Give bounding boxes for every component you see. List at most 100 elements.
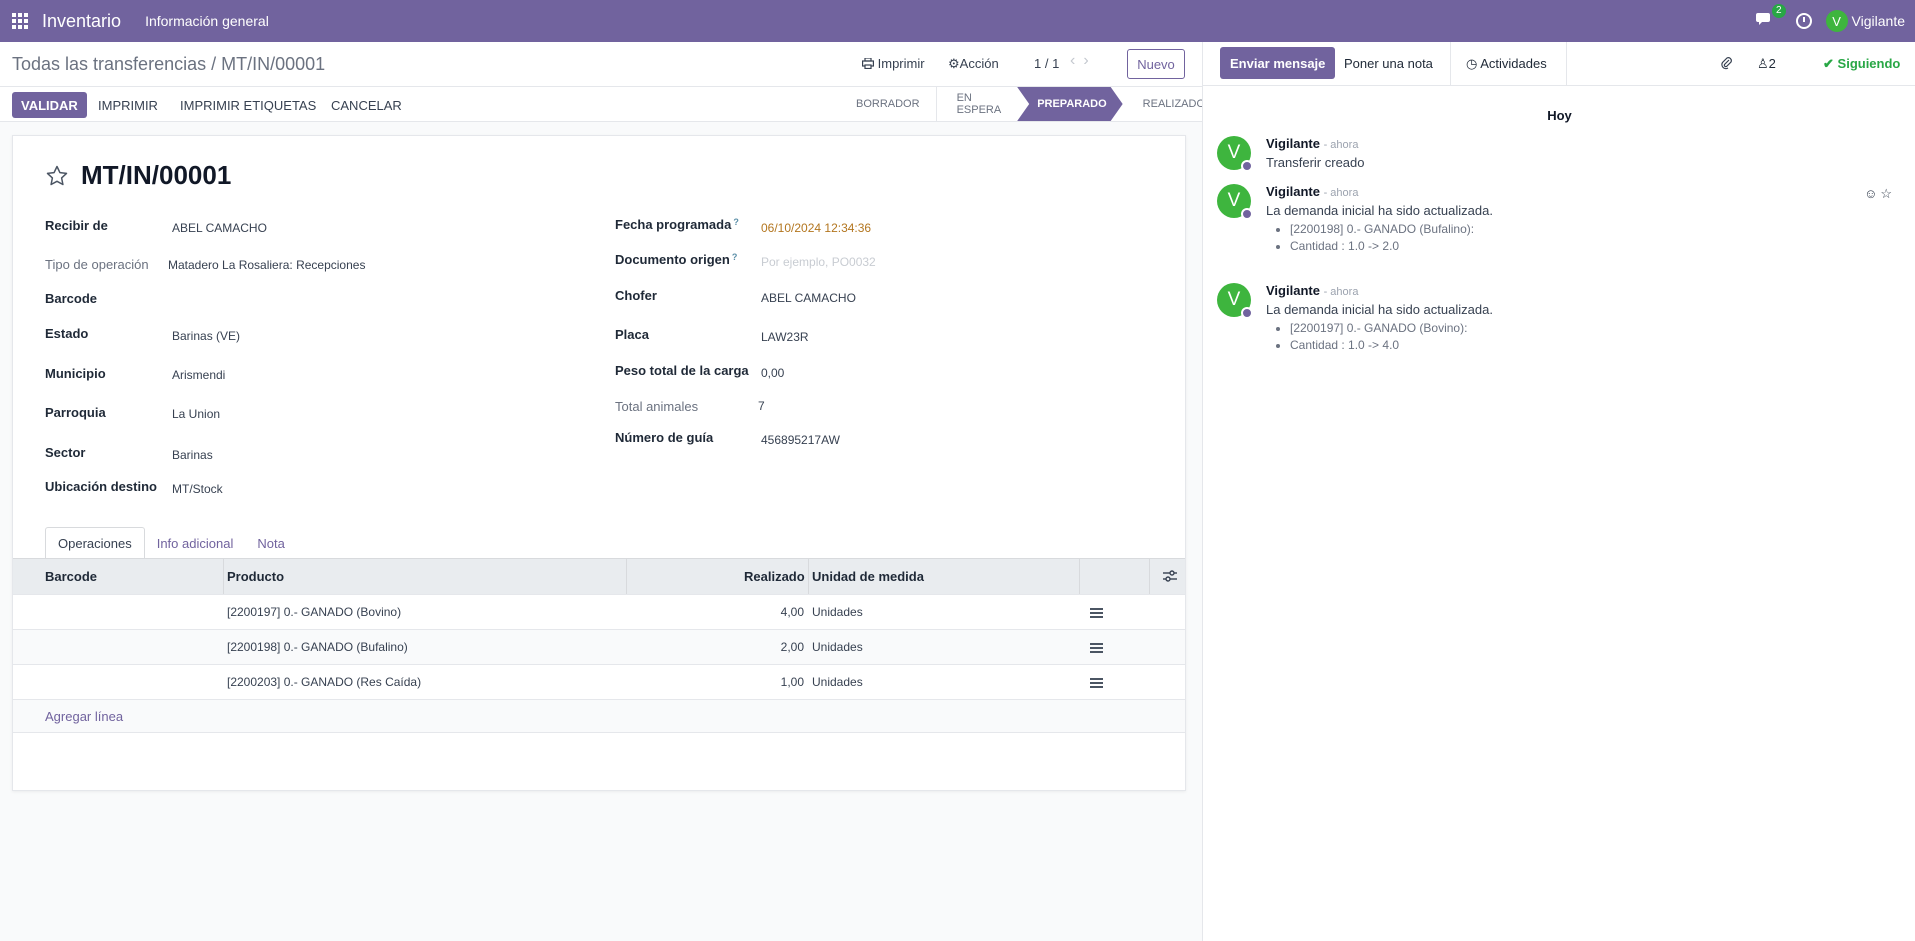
status-waiting[interactable]: EN ESPERA xyxy=(937,87,1018,121)
tab-note[interactable]: Nota xyxy=(245,527,296,559)
star-icon[interactable]: ☆ xyxy=(1880,186,1895,201)
menu-general-info[interactable]: Información general xyxy=(145,13,269,29)
followers-button[interactable]: ♙2 xyxy=(1757,56,1776,72)
field-label-total-animals: Total animales xyxy=(615,399,699,414)
message-header: Vigilante - ahora xyxy=(1266,283,1358,298)
cell-done: 1,00 xyxy=(780,675,804,689)
print-label: Imprimir xyxy=(877,56,925,71)
pager-next-icon[interactable]: › xyxy=(1083,52,1096,69)
send-message-button[interactable]: Enviar mensaje xyxy=(1220,47,1336,79)
field-operation-type[interactable]: Matadero La Rosaliera: Recepciones xyxy=(168,258,365,272)
field-label-receive-from: Recibir de xyxy=(45,218,108,233)
table-row[interactable]: [2200203] 0.- GANADO (Res Caída) 1,00 Un… xyxy=(13,664,1185,699)
field-total-weight[interactable]: 0,00 xyxy=(761,366,784,380)
author-avatar[interactable]: V xyxy=(1217,184,1253,220)
notebook-tabs: Operaciones Info adicional Nota xyxy=(45,527,297,559)
status-ready[interactable]: PREPARADO xyxy=(1017,87,1122,121)
print-labels-button[interactable]: IMPRIMIR ETIQUETAS xyxy=(180,98,316,113)
field-sector[interactable]: Barinas xyxy=(172,448,213,462)
check-icon: ✔ xyxy=(1823,56,1834,71)
field-label-barcode: Barcode xyxy=(45,291,98,306)
field-parish[interactable]: La Union xyxy=(172,407,220,421)
optional-columns-icon[interactable] xyxy=(1163,570,1177,582)
app-name[interactable]: Inventario xyxy=(42,11,121,32)
log-note-button[interactable]: Poner una nota xyxy=(1344,56,1433,71)
column-uom[interactable]: Unidad de medida xyxy=(812,569,924,584)
chatter-topbar: Enviar mensaje Poner una nota ◷ Activida… xyxy=(1203,42,1915,86)
following-button[interactable]: ✔ Siguiendo xyxy=(1823,56,1900,72)
status-draft[interactable]: BORRADOR xyxy=(836,87,937,121)
field-label-municipality: Municipio xyxy=(45,366,106,381)
print-menu-button[interactable]: Imprimir xyxy=(862,56,925,71)
messaging-icon[interactable]: 2 xyxy=(1755,4,1786,30)
field-driver[interactable]: ABEL CAMACHO xyxy=(761,291,856,305)
message-author[interactable]: Vigilante xyxy=(1266,184,1320,199)
field-plate[interactable]: LAW23R xyxy=(761,330,809,344)
tracking-list: [2200197] 0.- GANADO (Bovino): Cantidad … xyxy=(1266,321,1493,352)
tab-additional-info[interactable]: Info adicional xyxy=(145,527,246,559)
user-menu[interactable]: V Vigilante xyxy=(1825,10,1905,32)
add-line-link[interactable]: Agregar línea xyxy=(45,709,123,724)
action-label: Acción xyxy=(959,56,999,71)
field-label-driver: Chofer xyxy=(615,288,657,303)
help-icon[interactable]: ? xyxy=(732,252,738,262)
field-label-state: Estado xyxy=(45,326,89,341)
pager-previous-icon[interactable]: ‹ xyxy=(1070,52,1083,69)
followers-count: 2 xyxy=(1768,56,1776,71)
field-guide-number[interactable]: 456895217AW xyxy=(761,433,840,447)
emoji-icon[interactable]: ☺ xyxy=(1864,186,1880,201)
detailed-operations-icon[interactable] xyxy=(1090,678,1103,688)
table-row[interactable]: [2200197] 0.- GANADO (Bovino) 4,00 Unida… xyxy=(13,594,1185,629)
day-separator: Hoy xyxy=(1547,108,1572,123)
column-done[interactable]: Realizado xyxy=(744,569,805,584)
column-product[interactable]: Producto xyxy=(227,569,284,584)
breadcrumb-separator: / xyxy=(211,54,217,74)
field-receive-from[interactable]: ABEL CAMACHO xyxy=(172,221,267,235)
field-municipality[interactable]: Arismendi xyxy=(172,368,225,382)
cell-product: [2200198] 0.- GANADO (Bufalino) xyxy=(227,640,408,654)
table-header: Barcode Producto Realizado Unidad de med… xyxy=(13,558,1185,595)
message-header: Vigilante - ahora xyxy=(1266,136,1358,151)
validate-button[interactable]: VALIDAR xyxy=(12,92,87,118)
field-state[interactable]: Barinas (VE) xyxy=(172,329,240,343)
activity-clock-icon[interactable] xyxy=(1795,13,1812,29)
field-destination[interactable]: MT/Stock xyxy=(172,482,223,496)
message-actions: ☺☆ xyxy=(1864,186,1895,202)
detailed-operations-icon[interactable] xyxy=(1090,643,1103,653)
cancel-button[interactable]: CANCELAR xyxy=(331,98,402,113)
tracking-item: [2200197] 0.- GANADO (Bovino): xyxy=(1290,321,1493,335)
tab-operations[interactable]: Operaciones xyxy=(45,527,145,559)
pager-value[interactable]: 1 / 1 xyxy=(1034,56,1059,71)
field-source-document[interactable]: Por ejemplo, PO0032 xyxy=(761,255,876,269)
paperclip-icon[interactable] xyxy=(1720,56,1732,73)
chatter-panel: Enviar mensaje Poner una nota ◷ Activida… xyxy=(1202,42,1915,941)
following-label: Siguiendo xyxy=(1837,56,1901,71)
field-label-source-document: Documento origen? xyxy=(615,252,737,267)
new-button[interactable]: Nuevo xyxy=(1127,49,1185,79)
message-body: La demanda inicial ha sido actualizada. … xyxy=(1266,203,1493,256)
cell-uom: Unidades xyxy=(812,675,863,689)
messaging-badge: 2 xyxy=(1771,4,1786,18)
add-line-row: Agregar línea xyxy=(13,699,1185,733)
activities-button[interactable]: ◷ Actividades xyxy=(1466,56,1547,72)
breadcrumb-parent[interactable]: Todas las transferencias xyxy=(12,54,206,74)
apps-menu-icon[interactable] xyxy=(12,13,28,29)
message-author[interactable]: Vigilante xyxy=(1266,283,1320,298)
form-area: Todas las transferencias / MT/IN/00001 Imp… xyxy=(0,42,1205,941)
field-label-total-weight: Peso total de la carga xyxy=(615,363,749,378)
star-icon[interactable] xyxy=(45,164,69,188)
author-avatar[interactable]: V xyxy=(1217,283,1253,319)
table-row[interactable]: [2200198] 0.- GANADO (Bufalino) 2,00 Uni… xyxy=(13,629,1185,664)
print-button[interactable]: IMPRIMIR xyxy=(98,98,158,113)
detailed-operations-icon[interactable] xyxy=(1090,608,1103,618)
message-text: Transferir creado xyxy=(1266,155,1365,170)
message-author[interactable]: Vigilante xyxy=(1266,136,1320,151)
help-icon[interactable]: ? xyxy=(733,217,739,227)
author-avatar[interactable]: V xyxy=(1217,136,1253,172)
tracking-item: Cantidad : 1.0 -> 2.0 xyxy=(1290,239,1493,253)
action-menu-button[interactable]: ⚙Acción xyxy=(948,56,999,72)
gear-icon: ⚙ xyxy=(948,56,960,71)
column-barcode[interactable]: Barcode xyxy=(45,569,97,584)
status-bar: BORRADOR EN ESPERA PREPARADO REALIZADO xyxy=(836,87,1221,121)
field-scheduled-date[interactable]: 06/10/2024 12:34:36 xyxy=(761,221,871,235)
